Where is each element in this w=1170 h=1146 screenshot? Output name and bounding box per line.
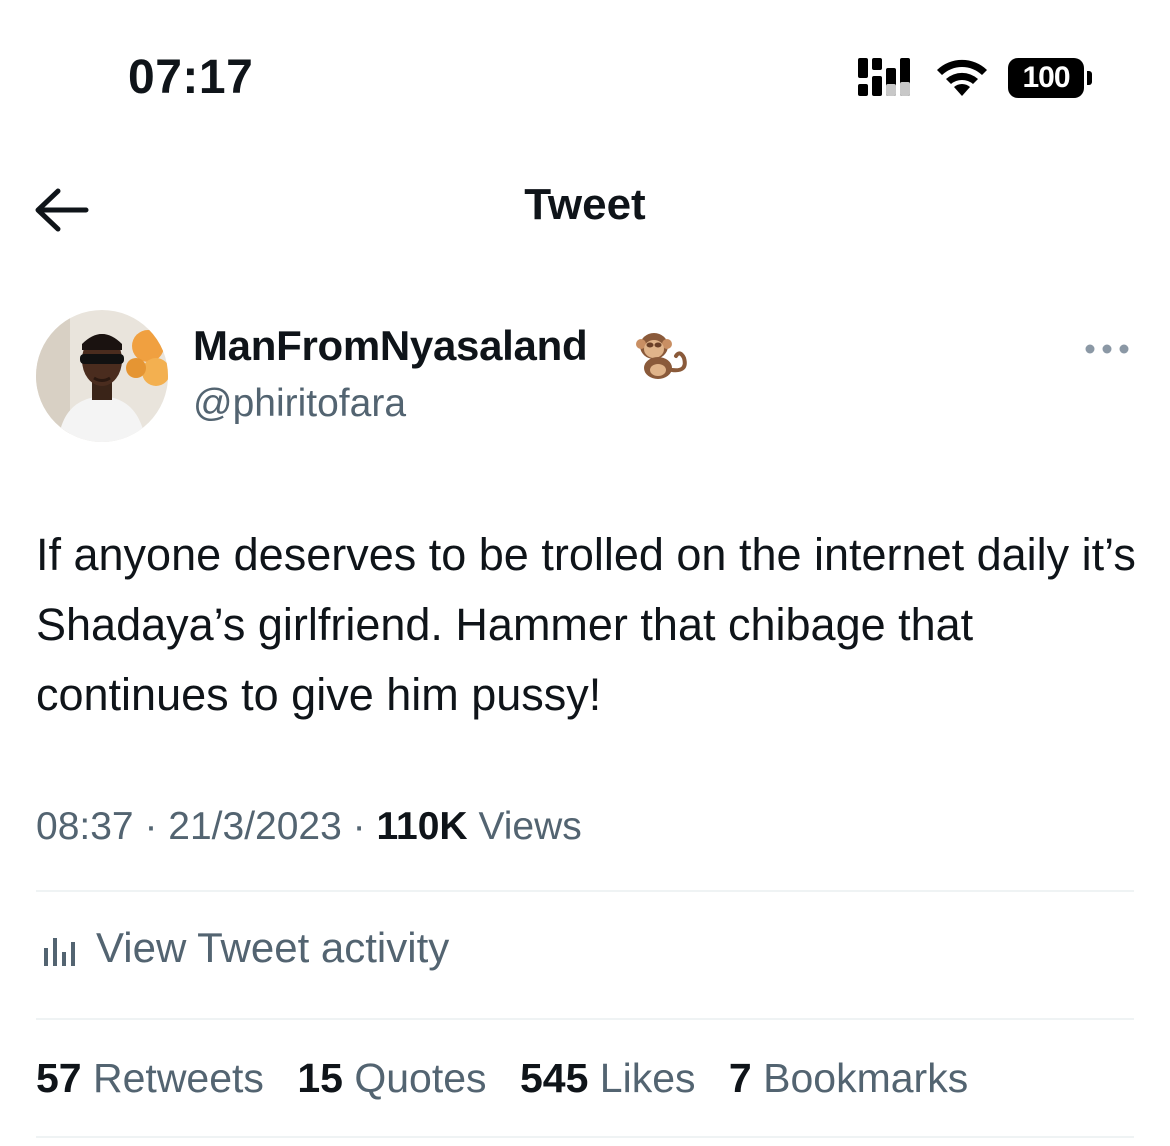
meta-separator: ·: [352, 805, 366, 848]
page-title: Tweet: [524, 180, 646, 229]
meta-separator: ·: [144, 805, 158, 848]
bookmarks-stat[interactable]: 7 Bookmarks: [729, 1055, 968, 1102]
retweets-stat[interactable]: 57 Retweets: [36, 1055, 264, 1102]
author-handle[interactable]: @phiritofara: [193, 382, 406, 426]
likes-stat[interactable]: 545 Likes: [520, 1055, 696, 1102]
tweet-meta: 08:37 · 21/3/2023 · 110K Views: [36, 805, 582, 849]
battery-level: 100: [1008, 58, 1084, 98]
tweet-date[interactable]: 21/3/2023: [168, 805, 342, 848]
monkey-emoji: [636, 333, 687, 379]
tweet-text: If anyone deserves to be trolled on the …: [36, 529, 1136, 720]
view-tweet-activity-label: View Tweet activity: [96, 924, 450, 971]
quotes-label: Quotes: [354, 1055, 487, 1101]
more-horizontal-icon[interactable]: [1082, 338, 1132, 360]
retweets-count: 57: [36, 1055, 82, 1101]
avatar[interactable]: [36, 310, 168, 442]
author-display-name[interactable]: ManFromNyasaland: [193, 322, 588, 370]
views-label: Views: [478, 805, 582, 848]
engagement-stats: 57 Retweets 15 Quotes 545 Likes 7 Bookma…: [36, 1055, 990, 1102]
divider: [36, 1136, 1134, 1138]
retweets-label: Retweets: [93, 1055, 264, 1101]
status-time: 07:17: [128, 51, 254, 104]
tweet-time[interactable]: 08:37: [36, 805, 134, 848]
divider: [36, 890, 1134, 892]
battery-cap: [1087, 71, 1092, 85]
divider: [36, 1018, 1134, 1020]
views-count: 110K: [376, 805, 468, 848]
quotes-count: 15: [297, 1055, 343, 1101]
battery-icon: 100: [1008, 58, 1094, 98]
bar-chart-icon: [44, 938, 75, 966]
bookmarks-count: 7: [728, 1055, 752, 1101]
wifi-icon: [937, 59, 987, 96]
quotes-stat[interactable]: 15 Quotes: [297, 1055, 486, 1102]
avatar-image: [36, 310, 168, 442]
bookmarks-label: Bookmarks: [763, 1055, 969, 1101]
likes-count: 545: [519, 1055, 589, 1101]
cellular-signal-icon: [858, 56, 910, 96]
likes-label: Likes: [599, 1055, 696, 1101]
